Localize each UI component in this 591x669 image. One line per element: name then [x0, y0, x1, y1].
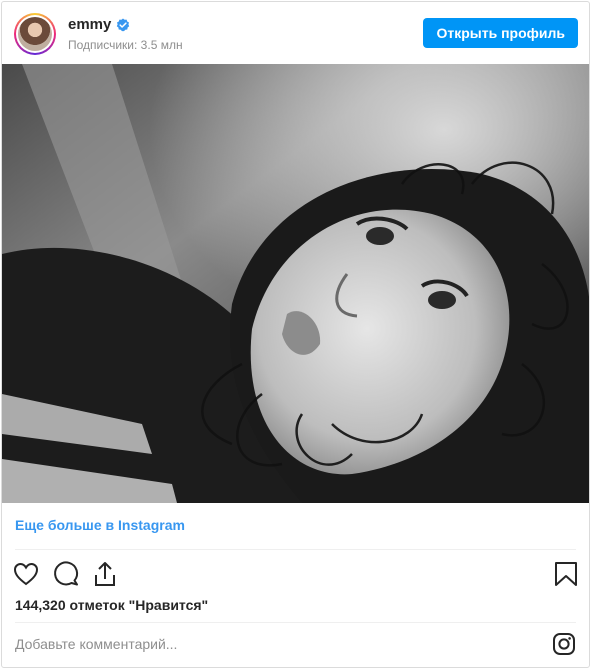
- instagram-icon[interactable]: [552, 632, 576, 656]
- comment-input[interactable]: [15, 636, 455, 652]
- open-profile-button[interactable]: Открыть профиль: [423, 18, 578, 48]
- heart-icon[interactable]: [12, 560, 40, 588]
- divider: [15, 622, 576, 623]
- action-bar: [2, 554, 589, 594]
- post-header: emmy Подписчики: 3.5 млн Открыть профиль: [2, 2, 589, 64]
- followers-count: Подписчики: 3.5 млн: [68, 38, 183, 52]
- share-icon[interactable]: [91, 560, 119, 588]
- instagram-embed-card: emmy Подписчики: 3.5 млн Открыть профиль: [1, 1, 590, 668]
- view-more-on-instagram-link[interactable]: Еще больше в Instagram: [15, 517, 185, 533]
- verified-badge-icon: [116, 18, 130, 32]
- username-row: emmy: [68, 16, 130, 33]
- comment-icon[interactable]: [52, 560, 80, 588]
- post-photo[interactable]: [2, 64, 589, 503]
- divider: [15, 549, 576, 550]
- avatar[interactable]: [14, 13, 56, 55]
- likes-count[interactable]: 144,320 отметок "Нравится": [15, 597, 208, 613]
- username[interactable]: emmy: [68, 16, 111, 33]
- bookmark-icon[interactable]: [552, 560, 580, 588]
- avatar-image: [18, 17, 52, 51]
